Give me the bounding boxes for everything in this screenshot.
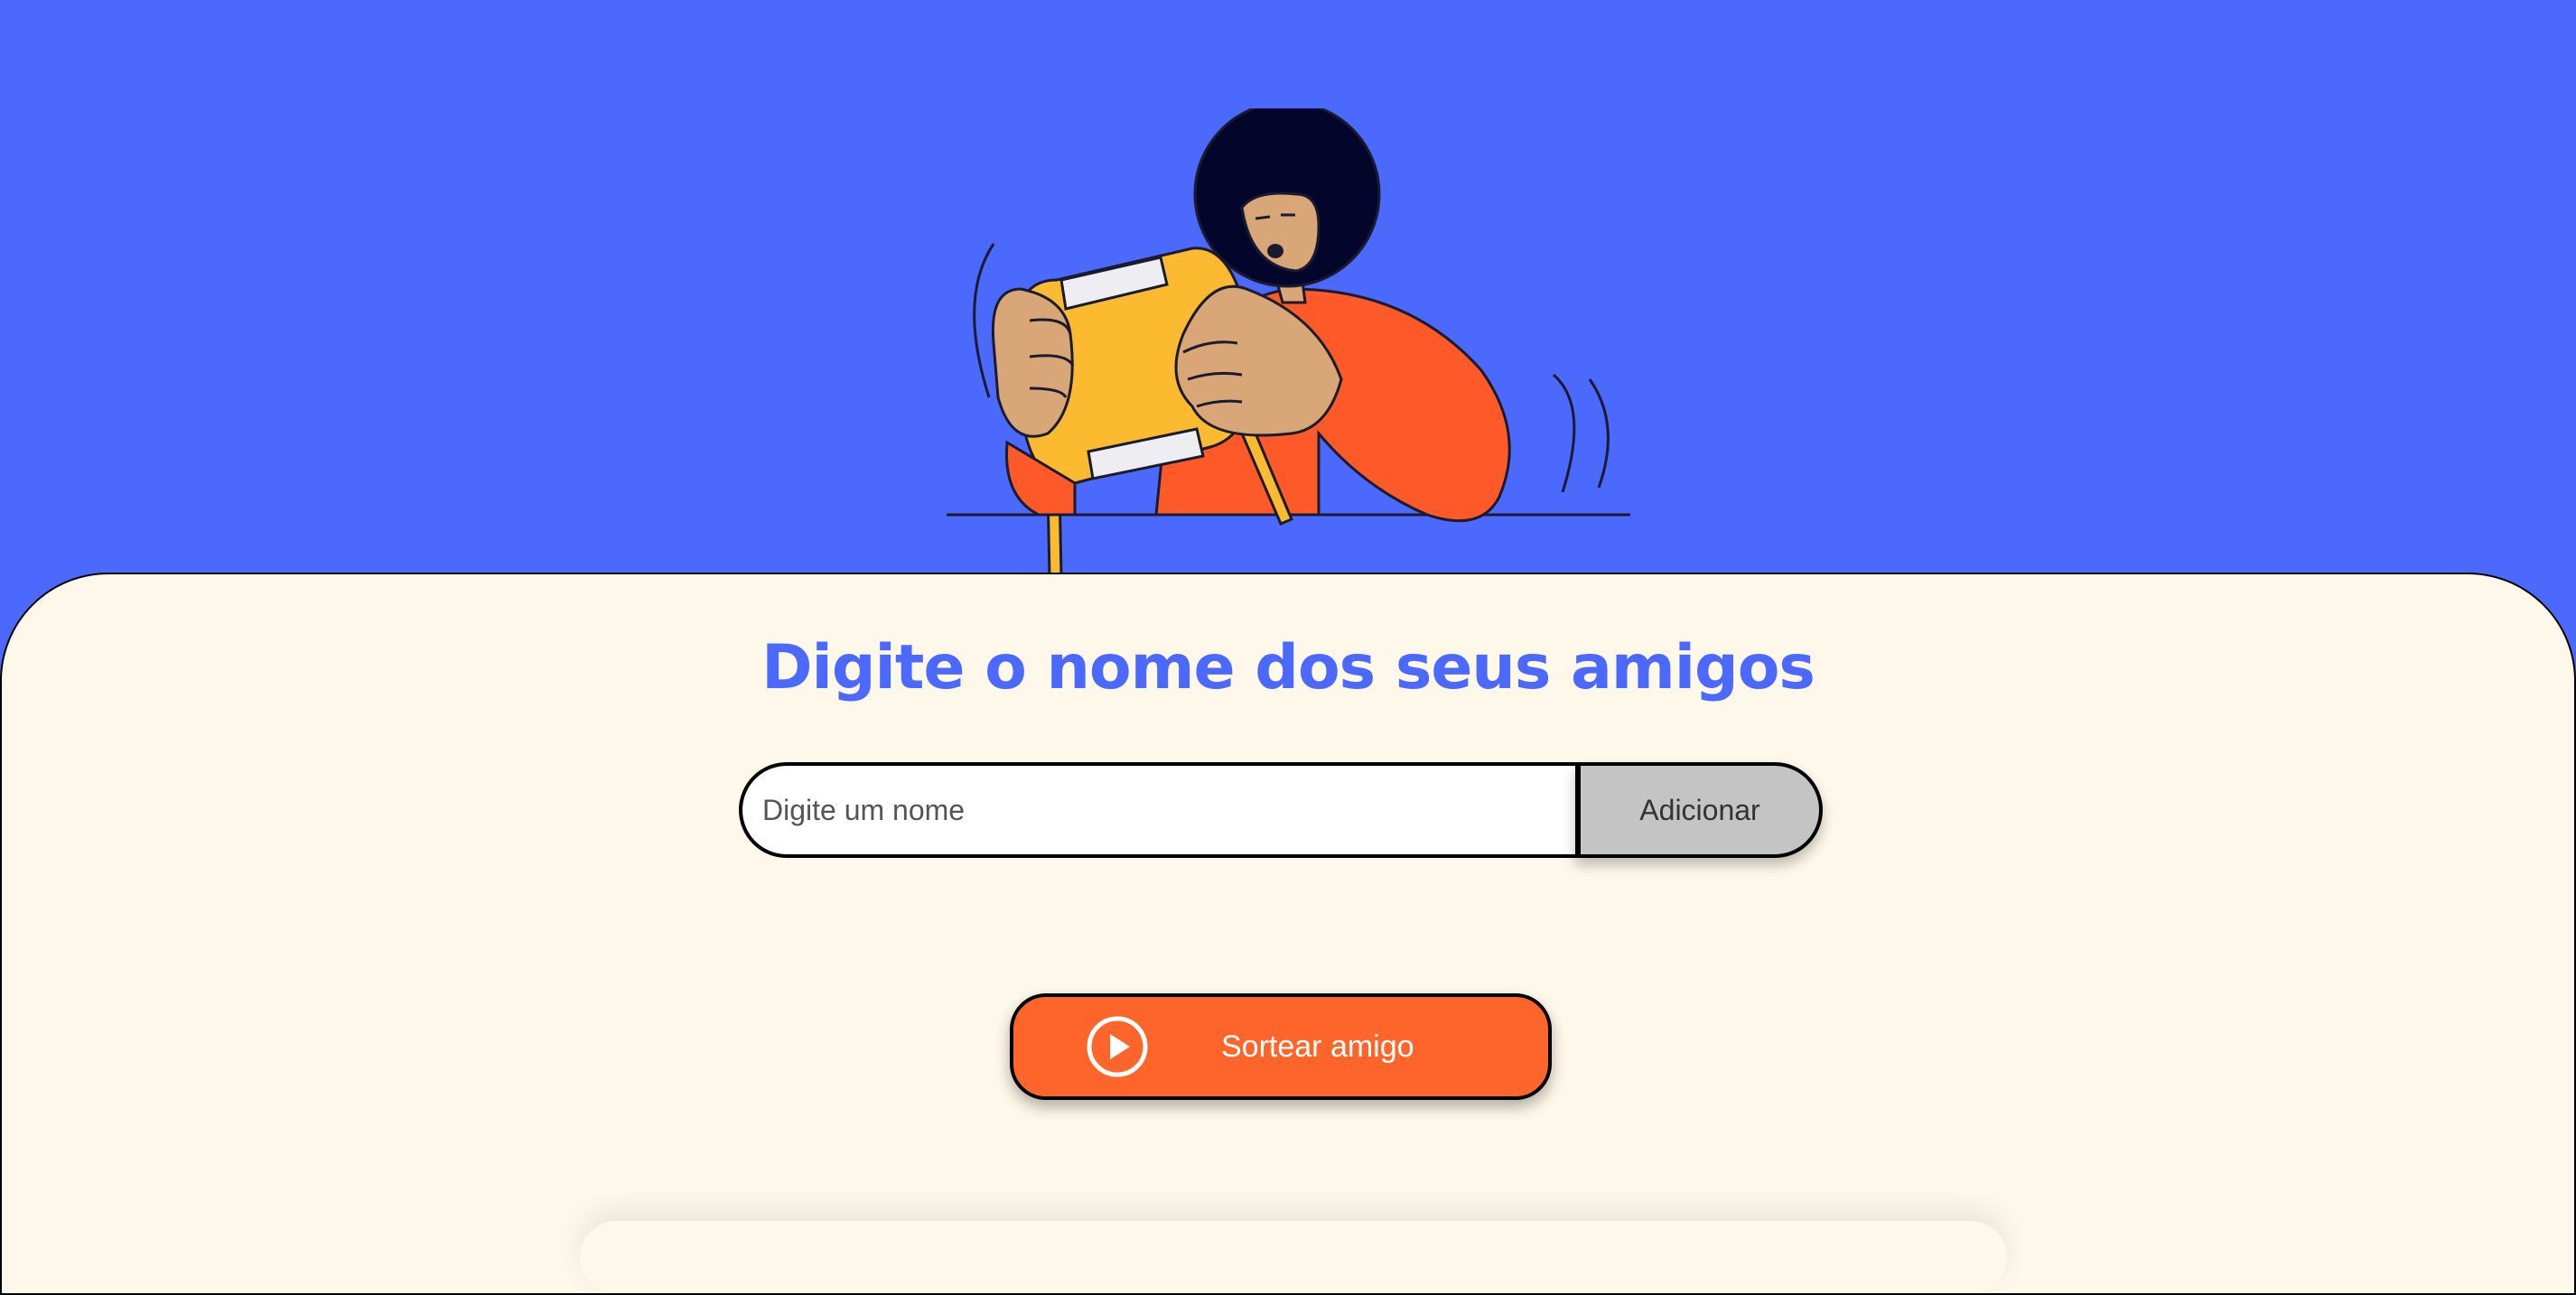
result-area bbox=[580, 1221, 2007, 1293]
hero-banner bbox=[0, 0, 2576, 578]
name-input[interactable] bbox=[739, 762, 1581, 858]
play-circle-icon bbox=[1087, 1016, 1148, 1077]
draw-friend-button[interactable]: Sortear amigo bbox=[1010, 993, 1552, 1100]
add-friend-form: Adicionar bbox=[739, 762, 1823, 858]
add-button[interactable]: Adicionar bbox=[1575, 762, 1823, 858]
draw-button-label: Sortear amigo bbox=[1221, 1029, 1414, 1064]
page-title: Digite o nome dos seus amigos bbox=[761, 632, 1815, 703]
main-content-panel: Digite o nome dos seus amigos Adicionar … bbox=[0, 573, 2576, 1295]
person-with-gift-box-illustration bbox=[947, 108, 1630, 578]
